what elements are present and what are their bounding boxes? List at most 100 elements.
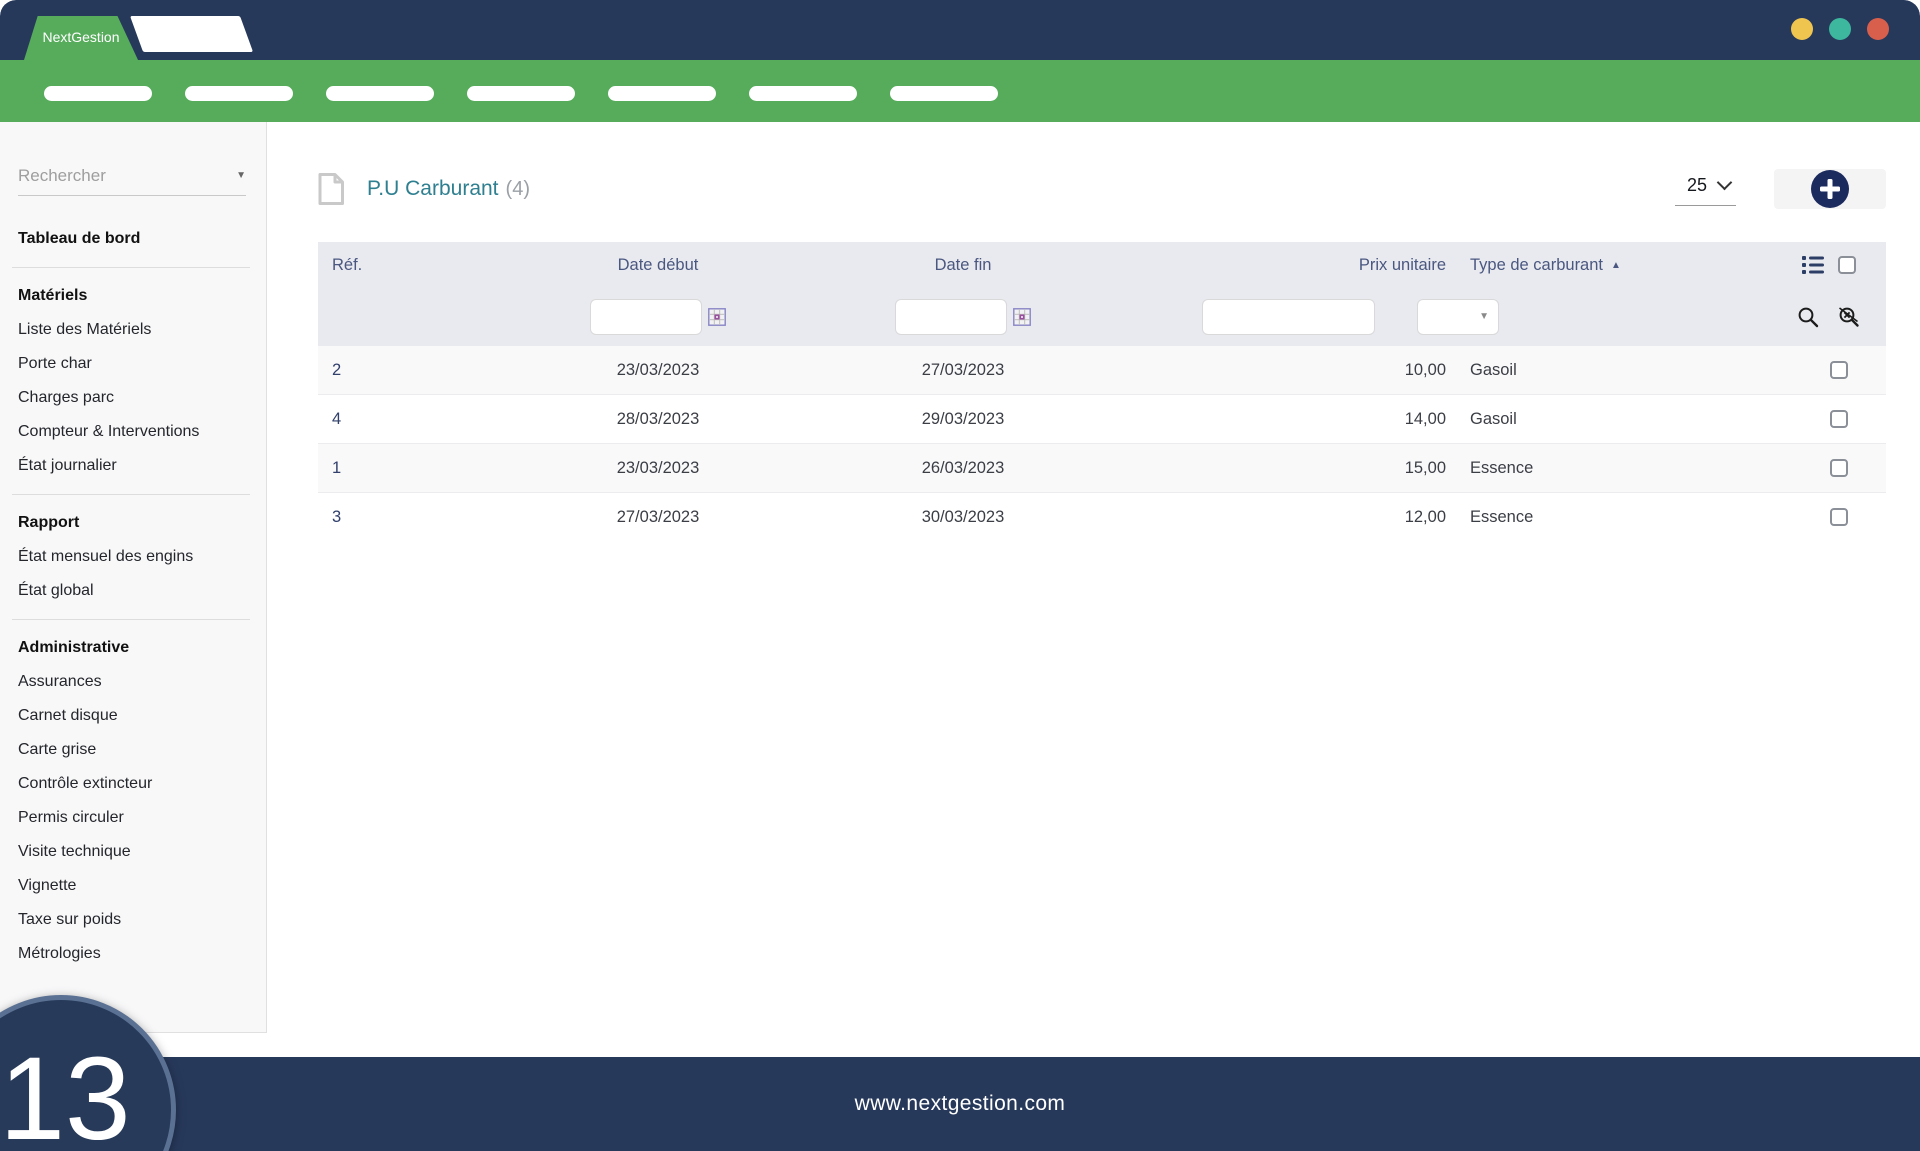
row-checkbox[interactable] bbox=[1830, 459, 1848, 477]
row-checkbox[interactable] bbox=[1830, 508, 1848, 526]
title-bar: NextGestion bbox=[0, 0, 1920, 60]
brand-tab[interactable]: NextGestion bbox=[24, 16, 138, 60]
ref-link[interactable]: 4 bbox=[332, 410, 341, 428]
cell-type-carburant: Gasoil bbox=[1448, 361, 1710, 380]
page-body: Rechercher ▼ Tableau de bord Matériels L… bbox=[0, 122, 1920, 1057]
cell-type-carburant: Essence bbox=[1448, 508, 1710, 527]
app-window: NextGestion Rechercher ▼ Tableau de bord bbox=[0, 0, 1920, 1151]
filter-type-carburant-select[interactable]: ▼ bbox=[1417, 299, 1499, 335]
menu-item-placeholder-1[interactable] bbox=[44, 86, 152, 101]
cell-prix-unitaire: 14,00 bbox=[1128, 410, 1448, 429]
ref-link[interactable]: 1 bbox=[332, 459, 341, 477]
filter-date-debut-input[interactable] bbox=[590, 299, 702, 335]
page-number-text: 13 bbox=[0, 1031, 131, 1151]
sort-asc-icon: ▲ bbox=[1611, 260, 1621, 271]
table-row[interactable]: 4 28/03/2023 29/03/2023 14,00 Gasoil bbox=[318, 395, 1886, 444]
filter-date-fin-input[interactable] bbox=[895, 299, 1007, 335]
sidebar-section-administrative: Administrative bbox=[18, 631, 266, 665]
cell-date-fin: 30/03/2023 bbox=[798, 508, 1128, 527]
cell-prix-unitaire: 15,00 bbox=[1128, 459, 1448, 478]
menu-item-placeholder-3[interactable] bbox=[326, 86, 434, 101]
sidebar-item-visite-technique[interactable]: Visite technique bbox=[18, 835, 266, 869]
cell-type-carburant: Gasoil bbox=[1448, 410, 1710, 429]
chevron-down-icon bbox=[1717, 175, 1733, 191]
column-header-ref[interactable]: Réf. bbox=[318, 256, 518, 275]
cell-date-debut: 28/03/2023 bbox=[518, 410, 798, 429]
footer: www.nextgestion.com bbox=[0, 1057, 1920, 1151]
cell-date-debut: 23/03/2023 bbox=[518, 459, 798, 478]
inactive-tab-placeholder[interactable] bbox=[130, 16, 253, 52]
table-row[interactable]: 1 23/03/2023 26/03/2023 15,00 Essence bbox=[318, 444, 1886, 493]
sidebar-item-etat-mensuel-des-engins[interactable]: État mensuel des engins bbox=[18, 540, 266, 574]
menu-item-placeholder-5[interactable] bbox=[608, 86, 716, 101]
record-count: (4) bbox=[506, 178, 530, 201]
sidebar-section-materiels: Matériels bbox=[18, 279, 266, 313]
data-table: Réf. Date début Date fin Prix unitaire T… bbox=[318, 242, 1886, 541]
cell-date-debut: 23/03/2023 bbox=[518, 361, 798, 380]
column-header-prix-unitaire[interactable]: Prix unitaire bbox=[1128, 256, 1448, 275]
cell-date-debut: 27/03/2023 bbox=[518, 508, 798, 527]
cell-prix-unitaire: 12,00 bbox=[1128, 508, 1448, 527]
sidebar-divider bbox=[12, 267, 250, 268]
brand-logo-text: NextGestion bbox=[42, 29, 119, 45]
sidebar-item-taxe-sur-poids[interactable]: Taxe sur poids bbox=[18, 903, 266, 937]
main-content: P.U Carburant (4) 25 bbox=[268, 122, 1920, 1057]
search-placeholder-text: Rechercher bbox=[18, 166, 106, 186]
sidebar-item-assurances[interactable]: Assurances bbox=[18, 665, 266, 699]
menu-item-placeholder-2[interactable] bbox=[185, 86, 293, 101]
clear-search-icon[interactable] bbox=[1837, 306, 1860, 328]
table-row[interactable]: 3 27/03/2023 30/03/2023 12,00 Essence bbox=[318, 493, 1886, 541]
menu-item-placeholder-4[interactable] bbox=[467, 86, 575, 101]
sidebar-item-carnet-disque[interactable]: Carnet disque bbox=[18, 699, 266, 733]
sidebar-section-rapport: Rapport bbox=[18, 506, 266, 540]
select-all-checkbox[interactable] bbox=[1838, 256, 1856, 274]
window-control-red-icon[interactable] bbox=[1867, 18, 1889, 40]
sidebar-item-permis-circuler[interactable]: Permis circuler bbox=[18, 801, 266, 835]
sidebar-item-porte-char[interactable]: Porte char bbox=[18, 347, 266, 381]
cell-date-fin: 29/03/2023 bbox=[798, 410, 1128, 429]
row-checkbox[interactable] bbox=[1830, 410, 1848, 428]
cell-date-fin: 27/03/2023 bbox=[798, 361, 1128, 380]
column-header-date-debut[interactable]: Date début bbox=[518, 256, 798, 275]
sidebar-item-tableau-de-bord[interactable]: Tableau de bord bbox=[18, 222, 266, 256]
column-header-type-carburant[interactable]: Type de carburant ▲ bbox=[1448, 256, 1710, 275]
sidebar-item-liste-des-materiels[interactable]: Liste des Matériels bbox=[18, 313, 266, 347]
table-row[interactable]: 2 23/03/2023 27/03/2023 10,00 Gasoil bbox=[318, 346, 1886, 395]
sidebar-item-metrologies[interactable]: Métrologies bbox=[18, 937, 266, 971]
add-record-button[interactable] bbox=[1774, 169, 1886, 209]
column-header-date-fin[interactable]: Date fin bbox=[798, 256, 1128, 275]
sidebar-item-charges-parc[interactable]: Charges parc bbox=[18, 381, 266, 415]
sidebar-item-compteur-interventions[interactable]: Compteur & Interventions bbox=[18, 415, 266, 449]
sidebar-item-vignette[interactable]: Vignette bbox=[18, 869, 266, 903]
sidebar-item-carte-grise[interactable]: Carte grise bbox=[18, 733, 266, 767]
sidebar-divider bbox=[12, 494, 250, 495]
row-checkbox[interactable] bbox=[1830, 361, 1848, 379]
page-size-select[interactable]: 25 bbox=[1675, 173, 1736, 206]
table-filter-row: ▼ bbox=[318, 288, 1886, 346]
ref-link[interactable]: 2 bbox=[332, 361, 341, 379]
sidebar-search-select[interactable]: Rechercher ▼ bbox=[18, 166, 246, 196]
content-header: P.U Carburant (4) 25 bbox=[318, 166, 1886, 212]
document-icon bbox=[318, 173, 344, 205]
menu-item-placeholder-6[interactable] bbox=[749, 86, 857, 101]
window-control-yellow-icon[interactable] bbox=[1791, 18, 1813, 40]
window-controls bbox=[1791, 18, 1889, 40]
filter-prix-unitaire-input[interactable] bbox=[1202, 299, 1375, 335]
calendar-picker-icon[interactable] bbox=[708, 308, 726, 326]
page-size-value: 25 bbox=[1687, 175, 1707, 196]
sidebar-nav: Tableau de bord Matériels Liste des Maté… bbox=[0, 196, 266, 971]
calendar-picker-icon[interactable] bbox=[1013, 308, 1031, 326]
list-view-icon[interactable] bbox=[1802, 255, 1824, 275]
plus-icon bbox=[1811, 170, 1849, 208]
menu-item-placeholder-7[interactable] bbox=[890, 86, 998, 101]
apply-search-icon[interactable] bbox=[1797, 306, 1819, 328]
cell-prix-unitaire: 10,00 bbox=[1128, 361, 1448, 380]
main-menu-bar bbox=[0, 60, 1920, 122]
column-header-label: Type de carburant bbox=[1470, 256, 1603, 275]
ref-link[interactable]: 3 bbox=[332, 508, 341, 526]
window-control-teal-icon[interactable] bbox=[1829, 18, 1851, 40]
sidebar-item-etat-global[interactable]: État global bbox=[18, 574, 266, 608]
sidebar-item-controle-extincteur[interactable]: Contrôle extincteur bbox=[18, 767, 266, 801]
sidebar-item-etat-journalier[interactable]: État journalier bbox=[18, 449, 266, 483]
cell-date-fin: 26/03/2023 bbox=[798, 459, 1128, 478]
